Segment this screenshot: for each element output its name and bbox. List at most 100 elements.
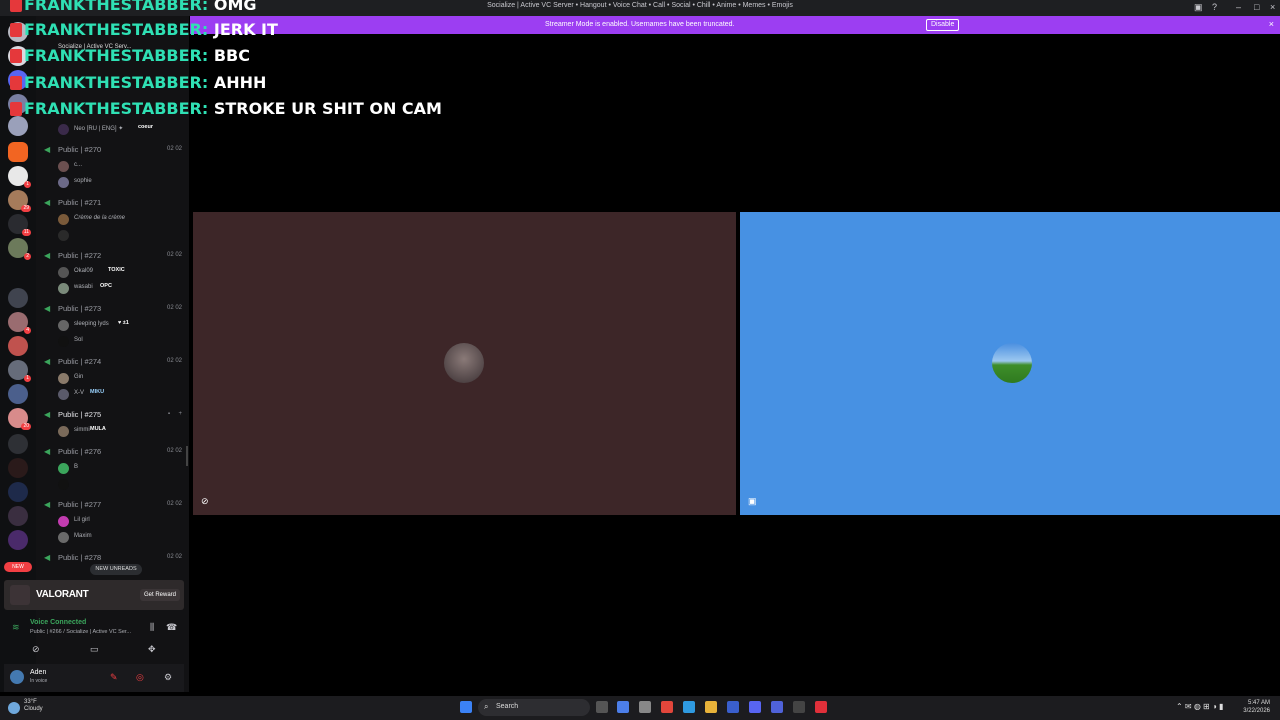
server-icon[interactable] bbox=[8, 458, 28, 478]
chat-username: FRANKTHESTABBER: bbox=[24, 46, 209, 65]
server-icon[interactable] bbox=[8, 142, 28, 162]
server-icon[interactable]: 4 bbox=[8, 312, 31, 334]
mic-muted-icon[interactable]: ✎ bbox=[110, 672, 118, 683]
search-box[interactable]: ⌕ Search bbox=[478, 699, 590, 716]
server-icon[interactable] bbox=[8, 384, 28, 404]
server-icon[interactable]: 1 bbox=[8, 360, 31, 382]
copilot-icon[interactable] bbox=[617, 701, 629, 713]
username: sophie bbox=[74, 178, 92, 184]
get-reward-button[interactable]: Get Reward bbox=[139, 589, 180, 601]
voice-user[interactable]: wasabi OPC bbox=[58, 281, 178, 295]
screen-share-icon[interactable]: ▭ bbox=[90, 644, 99, 655]
server-icon[interactable]: 29 bbox=[8, 190, 31, 212]
terminal-icon[interactable] bbox=[793, 701, 805, 713]
voice-channel-272[interactable]: ◀ Public | #272 02 02 bbox=[44, 249, 184, 263]
discord-icon[interactable] bbox=[749, 701, 761, 713]
server-icon[interactable] bbox=[8, 506, 28, 526]
server-icon[interactable]: 20 bbox=[8, 408, 31, 430]
file-explorer-icon[interactable] bbox=[705, 701, 717, 713]
chrome-icon[interactable] bbox=[661, 701, 673, 713]
video-tile[interactable]: ⊘ bbox=[193, 212, 736, 515]
voice-user[interactable] bbox=[58, 477, 178, 491]
channel-name: Public | #274 bbox=[58, 357, 102, 366]
invite-icon[interactable]: + bbox=[178, 411, 182, 417]
server-icon[interactable] bbox=[8, 530, 28, 550]
obs-icon[interactable] bbox=[815, 701, 827, 713]
voice-user[interactable]: Maxim bbox=[58, 530, 178, 544]
voice-user[interactable]: Lil girl bbox=[58, 514, 178, 528]
voice-user[interactable]: sleeping lyds ♥ ±1 bbox=[58, 318, 178, 332]
voice-user[interactable]: Sol bbox=[58, 334, 178, 348]
voice-user[interactable]: Neo [RU | ENG] ✦ coeur bbox=[58, 122, 178, 136]
new-unreads-button[interactable]: NEW UNREADS bbox=[90, 564, 142, 575]
screen-share-icon[interactable]: ▣ bbox=[1194, 2, 1203, 13]
server-icon[interactable]: 1 bbox=[8, 166, 31, 188]
voice-channel-path[interactable]: Public | #266 / Socialize | Active VC Se… bbox=[30, 629, 131, 635]
video-tile[interactable]: ▣ bbox=[740, 212, 1280, 515]
minimize-button[interactable]: – bbox=[1236, 2, 1241, 12]
server-folder-icon[interactable] bbox=[8, 288, 28, 308]
voice-user[interactable]: X-V MIKU bbox=[58, 387, 178, 401]
voice-user[interactable] bbox=[58, 228, 178, 242]
start-icon[interactable] bbox=[460, 701, 472, 713]
disable-streamer-button[interactable]: Disable bbox=[926, 19, 960, 31]
avatar bbox=[58, 426, 69, 437]
camera-off-icon[interactable]: ⊘ bbox=[32, 644, 40, 655]
weather-widget[interactable]: 33°F Cloudy bbox=[24, 699, 43, 713]
voice-user[interactable]: sophie bbox=[58, 175, 178, 189]
clock[interactable]: 5:47 AM 3/22/2026 bbox=[1243, 699, 1270, 715]
app-icon[interactable] bbox=[727, 701, 739, 713]
voice-user[interactable]: Okal09 TOXIC bbox=[58, 265, 178, 279]
username: sleeping lyds bbox=[74, 321, 109, 327]
server-icon[interactable] bbox=[8, 434, 28, 454]
maximize-button[interactable]: □ bbox=[1254, 2, 1259, 12]
help-icon[interactable]: ? bbox=[1212, 2, 1217, 12]
chat-overlay-line: FRANKTHESTABBER: STROKE UR SHIT ON CAM bbox=[10, 99, 442, 123]
server-icon[interactable] bbox=[8, 336, 28, 356]
headphones-deafened-icon[interactable]: ◎ bbox=[136, 672, 144, 683]
avatar bbox=[58, 532, 69, 543]
voice-channel-273[interactable]: ◀ Public | #273 02 02 bbox=[44, 302, 184, 316]
new-unreads-pill[interactable]: NEW bbox=[4, 562, 32, 572]
app-icon[interactable] bbox=[771, 701, 783, 713]
streamer-mode-message: Streamer Mode is enabled. Usernames have… bbox=[545, 21, 735, 28]
weather-icon[interactable] bbox=[8, 702, 20, 714]
voice-user[interactable]: Gin bbox=[58, 371, 178, 385]
avatar[interactable] bbox=[10, 670, 24, 684]
search-label: Search bbox=[496, 703, 519, 710]
voice-channel-277[interactable]: ◀ Public | #277 02 02 bbox=[44, 498, 184, 512]
voice-channel-274[interactable]: ◀ Public | #274 02 02 bbox=[44, 355, 184, 369]
app-icon[interactable] bbox=[639, 701, 651, 713]
voice-channel-278[interactable]: ◀ Public | #278 02 02 bbox=[44, 551, 184, 565]
voice-user[interactable]: simmi MULA bbox=[58, 424, 178, 438]
close-banner-icon[interactable]: × bbox=[1269, 19, 1274, 29]
tray-icons[interactable]: ⌃ ✉ ◍ ⊞ ◑ ▮ bbox=[1176, 702, 1223, 711]
username: wasabi bbox=[74, 284, 93, 290]
gear-icon[interactable]: ⚙ bbox=[164, 672, 172, 683]
voice-user[interactable]: c... bbox=[58, 159, 178, 173]
activities-icon[interactable]: ✥ bbox=[148, 644, 156, 655]
disconnect-icon[interactable]: ☎ bbox=[166, 622, 177, 633]
streamer-mode-banner: Streamer Mode is enabled. Usernames have… bbox=[190, 16, 1280, 34]
voice-user[interactable]: B bbox=[58, 461, 178, 475]
voice-user[interactable]: Crème de la crème bbox=[58, 212, 178, 226]
voice-channel-275[interactable]: ◀ Public | #275 ▪ + bbox=[44, 408, 184, 422]
close-button[interactable]: × bbox=[1270, 2, 1275, 12]
server-icon[interactable]: 2 bbox=[8, 238, 31, 260]
user-tag: MULA bbox=[90, 426, 106, 432]
chat-message: OMG bbox=[213, 0, 257, 14]
voice-channel-271[interactable]: ◀ Public | #271 bbox=[44, 196, 184, 210]
channel-chat-icon[interactable]: ▪ bbox=[168, 411, 170, 417]
edge-icon[interactable] bbox=[683, 701, 695, 713]
channel-user-count: 02 02 bbox=[166, 252, 182, 258]
signal-icon[interactable]: ≋ bbox=[12, 622, 20, 633]
task-view-icon[interactable] bbox=[596, 701, 608, 713]
clock-date: 3/22/2026 bbox=[1243, 708, 1270, 714]
server-icon[interactable] bbox=[8, 482, 28, 502]
voice-channel-276[interactable]: ◀ Public | #276 02 02 bbox=[44, 445, 184, 459]
noise-suppression-icon[interactable]: ⫼ bbox=[150, 622, 154, 633]
avatar bbox=[58, 336, 69, 347]
voice-channel-270[interactable]: ◀ Public | #270 02 02 bbox=[44, 143, 184, 157]
sidebar-scrollbar[interactable] bbox=[186, 446, 188, 466]
server-icon[interactable]: 11 bbox=[8, 214, 31, 236]
